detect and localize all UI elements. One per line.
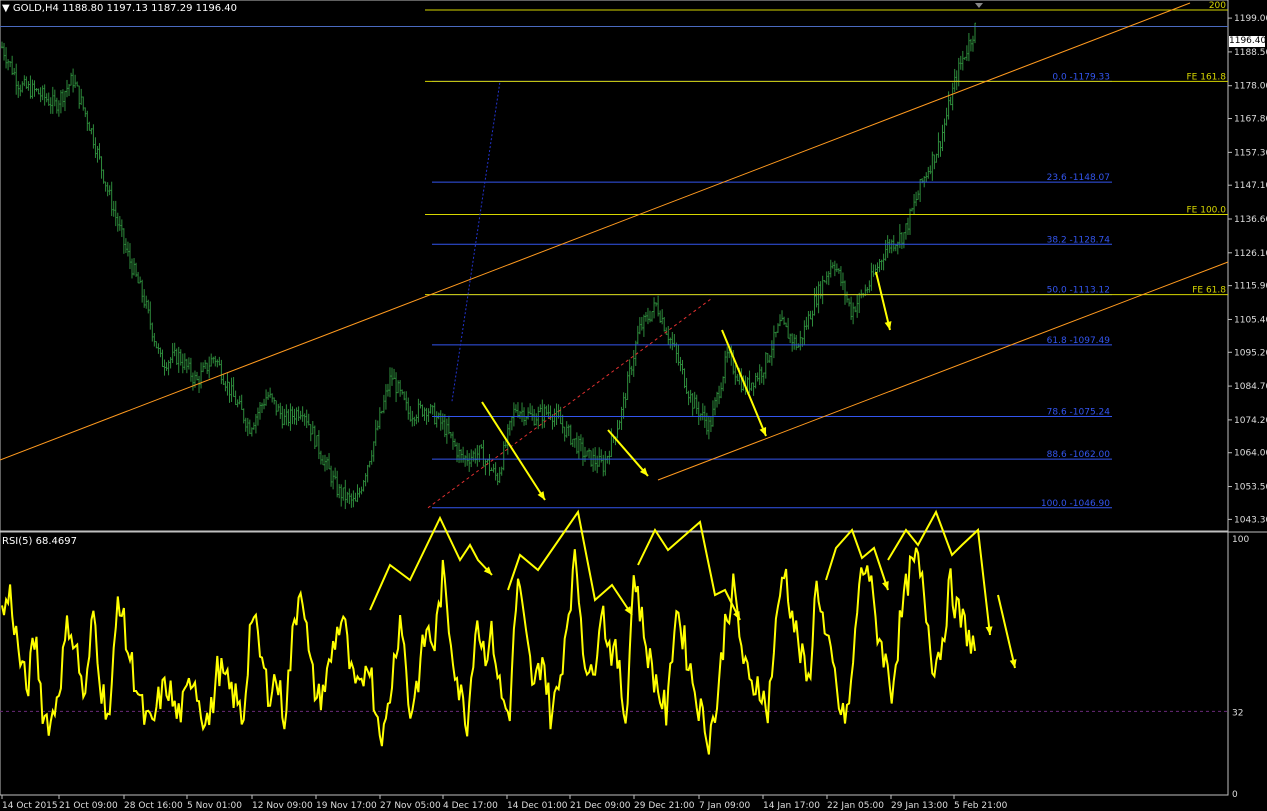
x-tick-label: 21 Oct 09:00 [59, 801, 118, 811]
trend-arrow [607, 429, 649, 477]
y-tick-label: 1126.10 [1234, 249, 1267, 259]
x-tick-label: 7 Jan 09:00 [699, 801, 751, 811]
fe-level-label: 200 [1209, 1, 1226, 11]
x-tick-label: 14 Jan 17:00 [763, 801, 820, 811]
y-tick-label: 1043.30 [1234, 515, 1267, 525]
rsi-line [1, 547, 976, 755]
y-tick-label: 1167.80 [1234, 115, 1267, 125]
fe-level-label: FE 61.8 [1192, 286, 1226, 296]
channel-layer [0, 2, 1229, 481]
fib-level-label: 23.6 -1148.07 [1047, 173, 1110, 183]
x-tick-label: 19 Nov 17:00 [316, 801, 377, 811]
x-tick-label: 14 Oct 2015 [2, 801, 58, 811]
rsi-zigzag-arrow [887, 509, 991, 636]
x-tick-label: 27 Nov 05:00 [380, 801, 441, 811]
y-tick-label: 1064.00 [1234, 449, 1267, 459]
fibonacci-layer: 0.0 -1179.3323.6 -1148.0738.2 -1128.7450… [0, 1, 1228, 509]
fe-level-label: FE 100.0 [1187, 205, 1227, 215]
x-tick-label: 28 Oct 16:00 [124, 801, 183, 811]
x-tick-label: 21 Dec 09:00 [570, 801, 631, 811]
y-tick-label: 1115.90 [1234, 282, 1267, 292]
y-tick-label: 1053.50 [1234, 483, 1267, 493]
rsi-zigzag-arrow [825, 528, 889, 591]
y-tick-label: 1199.00 [1234, 14, 1267, 24]
channel-upper-line [0, 2, 1191, 461]
rsi-zigzag-arrow [507, 509, 633, 616]
trend-arrow [875, 271, 891, 331]
x-tick-label: 12 Nov 09:00 [252, 801, 313, 811]
x-tick-label: 14 Dec 01:00 [507, 801, 568, 811]
rsi-tick-label: 32 [1232, 708, 1243, 718]
fib-level-label: 61.8 -1097.49 [1047, 336, 1111, 346]
fib-level-label: 38.2 -1128.74 [1047, 235, 1111, 245]
x-tick-label: 5 Nov 01:00 [187, 801, 242, 811]
fib-level-label: 78.6 -1075.24 [1047, 408, 1111, 418]
fib-anchor-trend-line [427, 297, 713, 509]
symbol-header: ▼ GOLD,H4 1188.80 1197.13 1187.29 1196.4… [2, 3, 237, 14]
rsi-tick-label: 0 [1232, 790, 1238, 800]
candles-layer [1, 22, 976, 510]
x-tick-label: 22 Jan 05:00 [827, 801, 884, 811]
rsi-zigzag-arrow-head [882, 581, 889, 590]
y-tick-label: 1136.60 [1234, 215, 1267, 225]
rsi-pane-border [0, 531, 1229, 796]
chart-frame [0, 0, 1267, 796]
main-chart-border [0, 0, 1229, 532]
y-tick-label: 1084.70 [1234, 382, 1267, 392]
x-tick-label: 5 Feb 21:00 [954, 801, 1008, 811]
fib-level-label: 100.0 -1046.90 [1041, 499, 1110, 509]
x-tick-label: 29 Dec 21:00 [634, 801, 695, 811]
gold-h4-chart[interactable]: 0.0 -1179.3323.6 -1148.0738.2 -1128.7450… [0, 0, 1267, 811]
rsi-zigzag-arrow [997, 594, 1016, 669]
rsi-tick-label: 100 [1232, 535, 1249, 545]
y-tick-label: 1178.00 [1234, 82, 1267, 92]
y-tick-label: 1105.40 [1234, 315, 1267, 325]
current-price-marker: 1196.40 [1229, 36, 1267, 47]
x-tick-label: 4 Dec 17:00 [443, 801, 498, 811]
rsi-indicator-label: RSI(5) 68.4697 [2, 536, 77, 547]
y-tick-label: 1074.20 [1234, 416, 1267, 426]
fe-level-label: FE 161.8 [1187, 72, 1227, 82]
rsi-zigzag-arrow [637, 520, 741, 621]
ohlc-values: 1188.80 1197.13 1187.29 1196.40 [62, 3, 237, 14]
y-tick-label: 1095.20 [1234, 348, 1267, 358]
shift-marker-icon [975, 3, 983, 8]
trend-arrow-head [759, 427, 767, 436]
y-tick-label: 1157.30 [1234, 148, 1267, 158]
fib-level-label: 88.6 -1062.00 [1047, 450, 1111, 460]
fe-anchor-trend-line [451, 81, 501, 402]
symbol-label: GOLD,H4 [12, 3, 59, 14]
x-tick-label: 29 Jan 13:00 [891, 801, 948, 811]
rsi-layer [0, 547, 1228, 755]
y-tick-label: 1188.50 [1234, 48, 1267, 58]
annotation-arrows [369, 271, 1017, 669]
dropdown-triangle-icon[interactable]: ▼ [2, 3, 10, 14]
y-tick-label: 1147.10 [1234, 181, 1267, 191]
